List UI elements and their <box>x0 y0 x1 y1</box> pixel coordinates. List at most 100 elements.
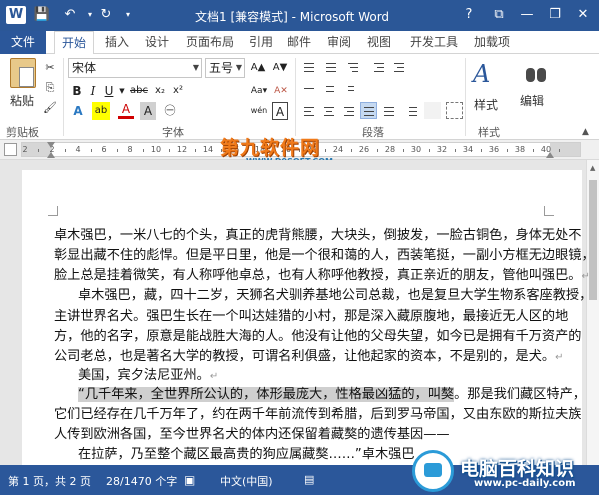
minimize-button[interactable]: — <box>516 4 538 26</box>
tab-mailings[interactable]: 邮件 <box>284 31 314 54</box>
scroll-up-icon[interactable]: ▲ <box>590 164 595 172</box>
tab-references[interactable]: 引用 <box>246 31 276 54</box>
text-line[interactable]: 它们已经存在几千万年了，约在两千年前流传到希腊，后到罗马帝国，又由东欧的斯拉夫族 <box>54 405 582 424</box>
text-line[interactable]: 在拉萨，乃至整个藏区最高贵的狗应属藏獒……”卓木强巴 <box>78 445 415 464</box>
text-line[interactable]: 方，他的名字，原意是能战胜大海的人。他没有让他的父母失望，如今已是拥有千万资产的 <box>54 327 582 346</box>
ruler-tick <box>507 149 508 152</box>
collapse-ribbon-icon[interactable]: ▲ <box>582 127 589 137</box>
customize-qat-icon[interactable]: ▾ <box>118 6 138 24</box>
word-app-icon[interactable]: W <box>6 6 26 24</box>
font-color-button[interactable]: A <box>118 102 134 119</box>
help-icon[interactable]: ? <box>458 4 480 26</box>
scroll-thumb[interactable] <box>589 180 597 300</box>
word-count[interactable]: 28/1470 个字 <box>106 473 177 489</box>
font-name-combo[interactable]: 宋体 ▼ <box>68 58 202 78</box>
subscript-button[interactable]: x₂ <box>152 82 168 100</box>
shading-icon[interactable] <box>424 102 441 119</box>
increase-indent-icon[interactable] <box>390 58 407 75</box>
text-line[interactable]: 卓木强巴，一米八七的个头，真正的虎背熊腰，大块头，倒披发，一脸古铜色，身体无处不 <box>54 226 582 245</box>
format-painter-icon[interactable]: 🖌 <box>42 100 58 116</box>
text-line[interactable]: 主讲世界名犬。强巴生长在一个叫达娃猎的小村，那是深入藏原腹地，最接近无人区的地 <box>54 307 568 326</box>
redo-icon[interactable]: ↻ <box>96 6 116 24</box>
tab-view[interactable]: 视图 <box>364 31 394 54</box>
macro-record-icon[interactable]: ▤ <box>304 473 314 486</box>
ruler-number: 8 <box>127 145 133 154</box>
show-marks-icon[interactable] <box>344 80 361 97</box>
vertical-scrollbar[interactable]: ▲ <box>586 160 599 465</box>
find-binoculars-icon[interactable] <box>524 62 548 86</box>
multilevel-list-icon[interactable] <box>344 58 361 75</box>
ruler-tick <box>559 149 560 152</box>
bold-button[interactable]: B <box>70 82 84 100</box>
borders-icon[interactable] <box>446 102 463 119</box>
shrink-font-icon[interactable]: A▼ <box>270 59 290 77</box>
text-line[interactable]: 美国，宾夕法尼亚州。↵ <box>78 366 218 385</box>
bullets-icon[interactable] <box>300 58 317 75</box>
selected-text[interactable]: “几千年来，全世界所公认的，体形最庞大，性格最凶猛的，叫獒 <box>78 387 455 402</box>
text-line[interactable]: 人传到欧洲各国，至今世界名犬的体内还保留着藏獒的遗传基因—— <box>54 425 450 444</box>
align-left-icon[interactable] <box>300 102 317 119</box>
page-count[interactable]: 第 1 页，共 2 页 <box>8 473 91 489</box>
decrease-indent-icon[interactable] <box>370 58 387 75</box>
highlight-button[interactable]: ab <box>92 102 110 120</box>
justify-icon[interactable] <box>360 102 377 119</box>
tab-insert[interactable]: 插入 <box>100 31 134 54</box>
close-button[interactable]: ✕ <box>572 4 594 26</box>
text-line[interactable]: 脸上总是挂着微笑，有人称呼他卓总，也有人称呼他教授，真正亲近的朋友，管他叫强巴。… <box>54 266 590 285</box>
tab-addins[interactable]: 加载项 <box>470 31 514 54</box>
paste-label[interactable]: 粘贴 <box>10 92 34 109</box>
tab-developer[interactable]: 开发工具 <box>406 31 462 54</box>
text-line[interactable]: “几千年来，全世界所公认的，体形最庞大，性格最凶猛的，叫獒。那是我们藏区特产， <box>78 385 586 404</box>
sort-icon[interactable] <box>322 80 339 97</box>
restore-button[interactable]: ❐ <box>544 4 566 26</box>
text-line[interactable]: 卓木强巴，藏，四十二岁，天狮名犬驯养基地公司总裁，也是复旦大学生物系客座教授， <box>78 286 592 305</box>
tab-selector-icon[interactable] <box>4 143 17 156</box>
text-line[interactable]: 公司老总，也是著名大学的教授，可谓名利俱盛，让他起家的资本，不是别的，是犬。↵ <box>54 347 564 366</box>
grow-font-icon[interactable]: A▲ <box>248 59 268 77</box>
distributed-icon[interactable] <box>380 102 397 119</box>
italic-button[interactable]: I <box>86 82 100 100</box>
ruler-tick <box>481 149 482 152</box>
cut-icon[interactable]: ✂ <box>42 60 58 76</box>
editing-label[interactable]: 编辑 <box>520 92 544 109</box>
chinese-layout-icon[interactable] <box>300 80 317 97</box>
align-center-icon[interactable] <box>320 102 337 119</box>
tab-review[interactable]: 审阅 <box>324 31 354 54</box>
char-border-icon[interactable]: A <box>272 102 288 120</box>
save-icon[interactable]: 💾 <box>32 6 52 24</box>
font-size-combo[interactable]: 五号 ▼ <box>205 58 245 78</box>
first-line-indent-marker[interactable] <box>47 142 55 148</box>
underline-button[interactable]: U <box>102 82 116 100</box>
strikethrough-button[interactable]: abc <box>128 82 150 100</box>
clear-format-icon[interactable]: A✕ <box>272 82 290 100</box>
tab-page-layout[interactable]: 页面布局 <box>182 31 238 54</box>
text-line[interactable]: 彰显出藏不住的彪悍。但是平日里，他是一个很和蔼的人，西装笔挺，一副小方框无边眼镜… <box>54 246 595 265</box>
ruler-number: 2 <box>22 145 28 154</box>
hanging-indent-marker[interactable] <box>47 152 55 158</box>
ruler-number: 12 <box>176 145 188 154</box>
styles-label[interactable]: 样式 <box>474 96 498 113</box>
chevron-down-icon: ▼ <box>235 63 242 72</box>
proofing-icon[interactable]: ▣ <box>184 473 195 487</box>
phonetic-guide-icon[interactable]: wén <box>248 102 270 120</box>
text-effects-button[interactable]: A <box>70 102 86 120</box>
line-spacing-icon[interactable] <box>402 102 419 119</box>
superscript-button[interactable]: x² <box>170 82 186 100</box>
undo-icon[interactable]: ↶ <box>60 6 80 24</box>
styles-icon[interactable]: A <box>473 60 501 90</box>
numbering-icon[interactable] <box>322 58 339 75</box>
group-divider <box>63 58 64 136</box>
char-shading-button[interactable]: A <box>140 102 156 120</box>
paste-icon[interactable] <box>10 58 36 88</box>
copy-icon[interactable]: ⎘ <box>42 80 58 96</box>
tab-home[interactable]: 开始 <box>54 31 94 55</box>
ribbon-options-icon[interactable]: ⧉ <box>488 4 510 26</box>
tab-file[interactable]: 文件 <box>0 31 46 54</box>
tab-design[interactable]: 设计 <box>140 31 174 54</box>
align-right-icon[interactable] <box>340 102 357 119</box>
language-indicator[interactable]: 中文(中国) <box>220 473 273 489</box>
chevron-down-icon[interactable]: ▼ <box>118 82 126 100</box>
right-indent-marker[interactable] <box>546 152 554 158</box>
change-case-button[interactable]: Aa▾ <box>248 82 270 100</box>
enclose-char-button[interactable]: ㊀ <box>162 102 178 120</box>
